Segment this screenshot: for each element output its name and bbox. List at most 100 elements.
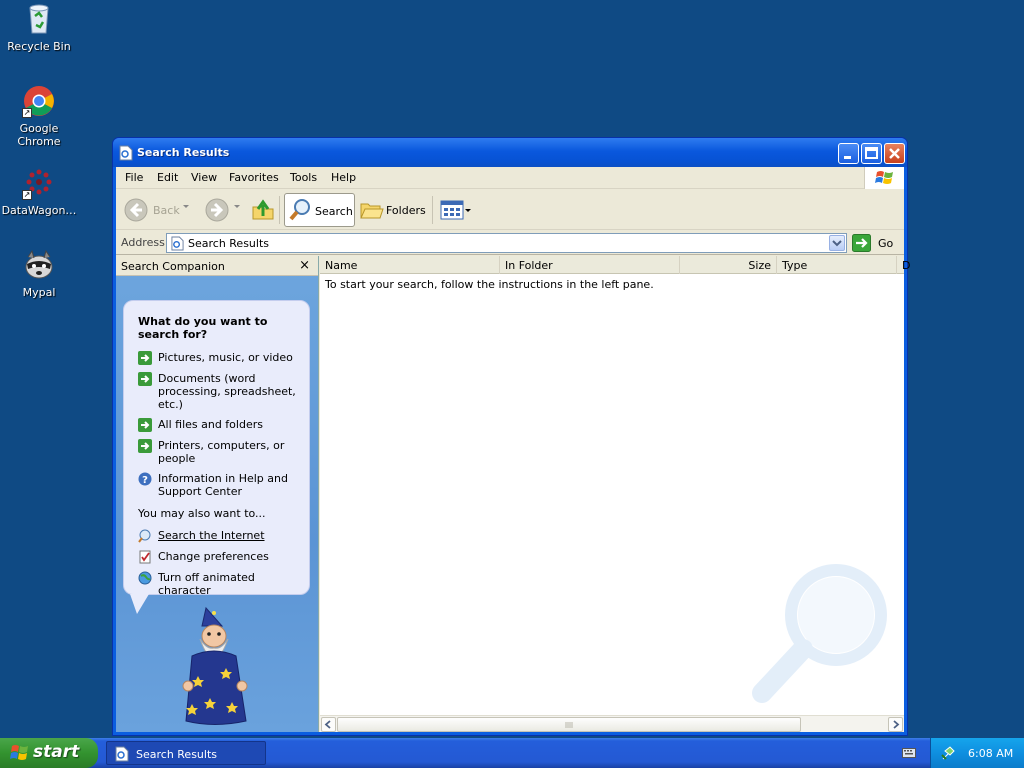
menu-favorites[interactable]: Favorites <box>229 171 279 184</box>
windows-flag-icon <box>10 744 30 767</box>
scroll-left-button[interactable] <box>321 717 336 732</box>
menu-help[interactable]: Help <box>331 171 356 184</box>
help-icon: ? <box>138 472 152 486</box>
chrome-icon: ↗ <box>22 84 56 118</box>
forward-button[interactable] <box>204 193 230 227</box>
system-tray: 6:08 AM <box>930 738 1024 768</box>
toolbar: Back Search Folders <box>116 190 904 230</box>
horizontal-scrollbar[interactable] <box>320 715 904 732</box>
maximize-button[interactable] <box>861 143 882 164</box>
search-results-icon <box>171 236 184 254</box>
desktop-icon-label: Mypal <box>22 286 56 299</box>
option-label: Turn off animated character <box>158 571 255 597</box>
svg-text:?: ? <box>142 475 148 486</box>
scroll-thumb[interactable] <box>337 717 801 732</box>
scroll-right-button[interactable] <box>888 717 903 732</box>
search-results-icon <box>119 145 133 164</box>
green-arrow-icon <box>138 372 152 386</box>
wizard-character-icon[interactable] <box>176 606 260 733</box>
desktop-icon-label: DataWagon… <box>1 204 77 217</box>
up-folder-icon <box>251 198 275 225</box>
desktop-icon-mypal[interactable]: Mypal <box>0 248 79 299</box>
folders-button[interactable]: Folders <box>358 193 428 227</box>
window-client: File Edit View Favorites Tools Help Back… <box>116 167 910 732</box>
search-icon <box>288 198 312 225</box>
option-label: All files and folders <box>158 418 263 431</box>
back-label: Back <box>153 204 180 217</box>
folders-icon <box>360 199 384 224</box>
taskbar-item-search-results[interactable]: Search Results <box>106 741 266 765</box>
address-value: Search Results <box>188 237 270 250</box>
toolbar-separator <box>279 196 280 224</box>
search-button[interactable]: Search <box>284 193 355 227</box>
close-pane-icon[interactable]: × <box>299 258 310 273</box>
search-results-icon <box>115 746 129 765</box>
column-date[interactable]: D <box>897 256 917 274</box>
folders-label: Folders <box>386 204 426 217</box>
option-label: Pictures, music, or video <box>158 351 293 364</box>
search-question: What do you want to search for? <box>138 315 268 341</box>
windows-logo-icon <box>864 167 904 189</box>
option-label: Search the Internet <box>158 529 265 542</box>
desktop-icon-datawagon[interactable]: ↗ DataWagon… <box>0 166 79 217</box>
magnifier-watermark-icon <box>748 557 898 710</box>
desktop-icon-google-chrome[interactable]: ↗ Google Chrome <box>0 84 79 148</box>
up-folder-button[interactable] <box>250 193 276 227</box>
window-title: Search Results <box>137 146 230 159</box>
bubble-tail <box>130 594 149 614</box>
go-button[interactable]: Go <box>852 233 902 253</box>
column-name[interactable]: Name <box>320 256 500 274</box>
search-results-window: Search Results File Edit View Favorites … <box>112 137 910 736</box>
views-button[interactable] <box>438 193 472 227</box>
option-label: Printers, computers, or people <box>158 439 285 465</box>
menu-tools[interactable]: Tools <box>290 171 317 184</box>
preferences-icon <box>138 550 152 564</box>
globe-icon <box>138 571 152 585</box>
title-bar[interactable]: Search Results <box>113 138 907 167</box>
go-arrow-icon <box>852 234 871 255</box>
go-label: Go <box>878 237 894 250</box>
taskbar: start Search Results 6:08 AM <box>0 738 1024 768</box>
clock[interactable]: 6:08 AM <box>968 747 1013 760</box>
search-label: Search <box>315 205 353 218</box>
mypal-icon <box>22 248 56 282</box>
also-want-label: You may also want to... <box>138 507 266 520</box>
toolbar-separator <box>432 196 433 224</box>
minimize-button[interactable] <box>838 143 859 164</box>
start-button[interactable]: start <box>0 738 98 768</box>
green-arrow-icon <box>138 418 152 432</box>
results-pane: Name In Folder Size Type D To start your… <box>320 256 910 732</box>
menu-view[interactable]: View <box>191 171 217 184</box>
desktop-icon-label: Recycle Bin <box>7 40 71 53</box>
search-companion-header: Search Companion × <box>116 256 318 276</box>
green-arrow-icon <box>138 351 152 365</box>
option-label: Change preferences <box>158 550 269 563</box>
back-button[interactable]: Back <box>123 193 180 227</box>
option-label: Information in Help and Support Center <box>158 472 288 498</box>
column-size[interactable]: Size <box>680 256 777 274</box>
address-dropdown-button[interactable] <box>829 235 845 251</box>
shortcut-arrow-icon: ↗ <box>22 108 32 118</box>
address-bar: Address Search Results Go <box>116 231 904 255</box>
column-type[interactable]: Type <box>777 256 897 274</box>
close-button[interactable] <box>884 143 905 164</box>
recycle-bin-icon <box>22 2 56 36</box>
column-in-folder[interactable]: In Folder <box>500 256 680 274</box>
forward-dropdown-icon[interactable] <box>234 205 240 208</box>
datawagon-icon: ↗ <box>22 166 56 200</box>
desktop-icon-recycle-bin[interactable]: Recycle Bin <box>0 2 79 53</box>
network-tray-icon[interactable] <box>941 745 957 764</box>
menu-file[interactable]: File <box>125 171 143 184</box>
search-companion-pane: Search Companion × What do you want to s… <box>116 256 319 732</box>
back-dropdown-icon[interactable] <box>183 205 189 208</box>
views-icon <box>440 200 464 223</box>
menu-edit[interactable]: Edit <box>157 171 178 184</box>
desktop-icon-label: Google Chrome <box>17 122 61 148</box>
results-instruction: To start your search, follow the instruc… <box>325 278 654 291</box>
address-field[interactable]: Search Results <box>166 233 847 253</box>
start-label: start <box>33 742 80 762</box>
taskbar-item-label: Search Results <box>136 748 218 761</box>
shortcut-arrow-icon: ↗ <box>22 190 32 200</box>
keyboard-icon[interactable] <box>902 747 916 762</box>
column-header-row: Name In Folder Size Type D <box>320 256 910 274</box>
